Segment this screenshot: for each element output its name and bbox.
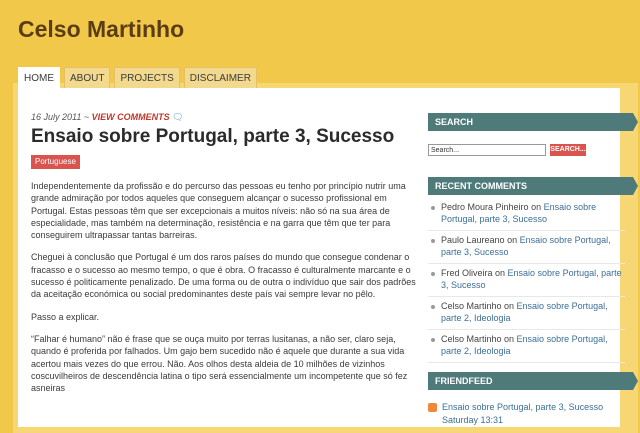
on-text: on <box>504 235 520 245</box>
on-text: on <box>528 202 544 212</box>
search-input[interactable]: Search... <box>428 144 546 156</box>
rss-icon <box>428 403 437 413</box>
comment-author: Pedro Moura Pinheiro <box>441 202 529 212</box>
tab-about[interactable]: ABOUT <box>64 67 111 88</box>
on-text: on <box>492 268 508 278</box>
comment-author: Celso Martinho <box>441 301 502 311</box>
search-heading: SEARCH <box>428 113 638 131</box>
friendfeed-heading: FRIENDFEED <box>428 372 638 390</box>
tab-projects[interactable]: PROJECTS <box>114 67 180 88</box>
on-text: on <box>501 301 517 311</box>
view-comments-link[interactable]: VIEW COMMENTS <box>92 112 170 122</box>
list-item: Celso Martinho on Ensaio sobre Portugal,… <box>428 330 625 363</box>
list-item: Pedro Moura Pinheiro on Ensaio sobre Por… <box>428 198 625 231</box>
tab-home[interactable]: HOME <box>18 67 60 88</box>
post-body: Independentemente da profissão e do perc… <box>31 180 416 404</box>
search-button[interactable]: SEARCH... <box>550 144 586 156</box>
list-item: Fred Oliveira on Ensaio sobre Portugal, … <box>428 264 625 297</box>
paragraph: Cheguei à conclusão que Portugal é um do… <box>31 252 416 300</box>
post-date: 16 July 2011 ~ <box>31 112 90 122</box>
on-text: on <box>501 334 517 344</box>
list-item: Celso Martinho on Ensaio sobre Portugal,… <box>428 297 625 330</box>
site-title[interactable]: Celso Martinho <box>18 16 184 43</box>
post-title[interactable]: Ensaio sobre Portugal, parte 3, Sucesso <box>31 126 394 148</box>
friendfeed-item: Ensaio sobre Portugal, parte 3, Sucesso … <box>428 401 628 427</box>
comment-author: Celso Martinho <box>441 334 502 344</box>
comment-author: Paulo Laureano <box>441 235 505 245</box>
list-item: Paulo Laureano on Ensaio sobre Portugal,… <box>428 231 625 264</box>
category-tag[interactable]: Portuguese <box>31 155 80 169</box>
comment-author: Fred Oliveira <box>441 268 493 278</box>
comment-bubble-icon[interactable]: 🗨 <box>172 112 183 122</box>
paragraph: Independentemente da profissão e do perc… <box>31 181 406 241</box>
recent-comments-heading: RECENT COMMENTS <box>428 177 638 195</box>
tab-disclaimer[interactable]: DISCLAIMER <box>183 67 257 88</box>
post-meta: 16 July 2011 ~ VIEW COMMENTS 🗨 <box>31 112 184 123</box>
main-nav: HOME ABOUT PROJECTS DISCLAIMER <box>18 67 261 88</box>
paragraph: Passo a explicar. <box>31 311 100 322</box>
friendfeed-link[interactable]: Ensaio sobre Portugal, parte 3, Sucesso <box>442 402 603 412</box>
paragraph: “Falhar é humano” não é frase que se ouç… <box>31 333 408 394</box>
friendfeed-time: Saturday 13:31 <box>442 415 504 425</box>
recent-comments-list: Pedro Moura Pinheiro on Ensaio sobre Por… <box>428 198 625 363</box>
